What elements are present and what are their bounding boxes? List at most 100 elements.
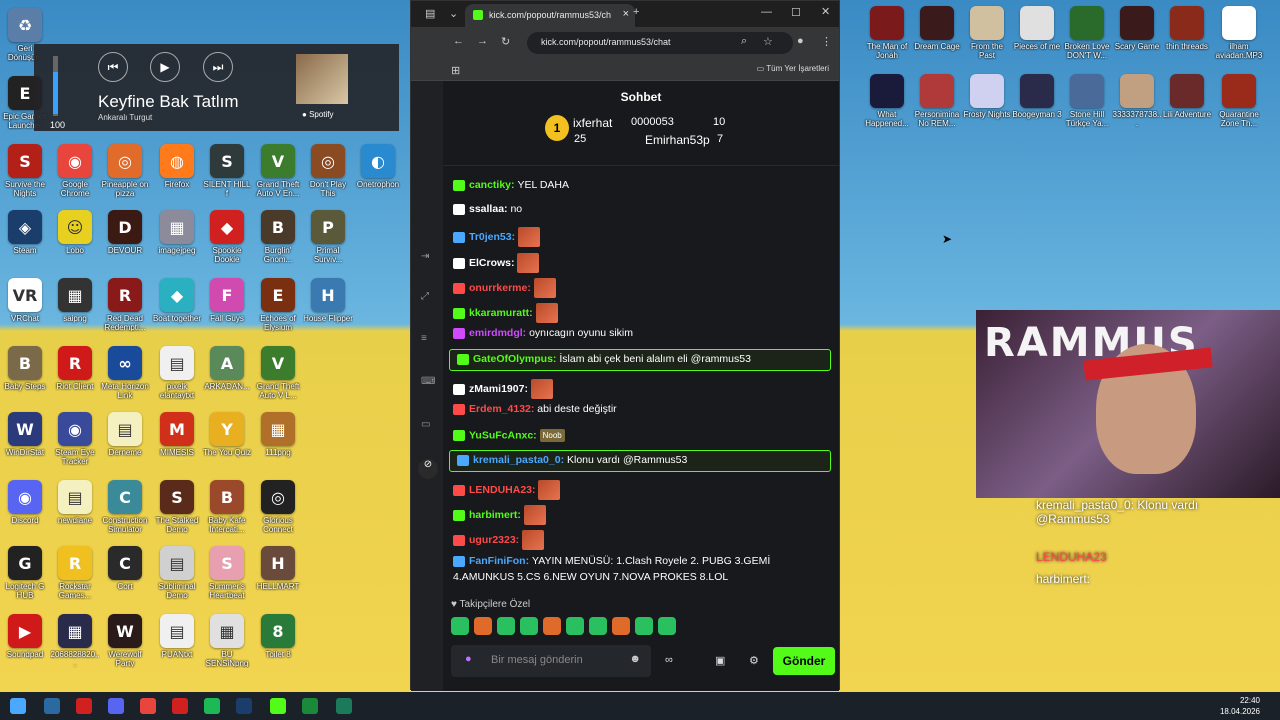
desktop-icon[interactable]: ◐ Onetrophon <box>353 144 403 198</box>
exit-icon[interactable]: ⇥ <box>421 251 435 263</box>
desktop-icon[interactable]: W Werewolf Party <box>100 614 150 668</box>
chat-username[interactable]: YuSuFcAnxc: <box>469 429 540 441</box>
desktop-icon[interactable]: ◈ Steam <box>0 210 50 264</box>
chat-message[interactable]: kkaramuratt: <box>453 303 558 323</box>
chat-username[interactable]: FanFiniFon: <box>469 555 532 567</box>
desktop-icon[interactable]: ▶ Soundpad <box>0 614 50 668</box>
chat-message[interactable]: emirdmdgl: oynıcagın oyunu sikim <box>453 327 633 339</box>
chat-message[interactable]: zMami1907: <box>453 379 553 399</box>
reload-icon[interactable]: ↻ <box>501 35 510 48</box>
desktop-icon[interactable]: ▦ imagejpeg <box>152 210 202 264</box>
volume-indicator[interactable]: 100 <box>46 52 66 132</box>
profile-avatar-icon[interactable]: ● <box>797 35 804 47</box>
chat-username[interactable]: canctiky: <box>469 179 517 191</box>
tab-search-icon[interactable]: ⌄ <box>449 7 458 20</box>
desktop-icon[interactable]: Stone Hill Türkçe Ya... <box>1062 74 1112 128</box>
desktop-icon[interactable]: H House Flipper <box>303 278 353 332</box>
obs-taskbar-icon[interactable] <box>302 698 318 714</box>
chat-message[interactable]: ElCrows: <box>453 253 540 273</box>
close-tab-icon[interactable]: × <box>623 8 629 20</box>
desktop-icon[interactable]: The Man of Jonah <box>862 6 912 60</box>
soundpad-taskbar-icon[interactable] <box>76 698 92 714</box>
desktop-icon[interactable]: Broken Love DON'T W... <box>1062 6 1112 60</box>
desktop-icon[interactable]: S Survive the Nights <box>0 144 50 198</box>
new-tab-icon[interactable]: + <box>633 6 639 18</box>
apps-icon[interactable]: ⊞ <box>451 64 460 77</box>
bookmark-star-icon[interactable]: ☆ <box>763 35 773 48</box>
play-icon[interactable]: ▶ <box>150 52 180 82</box>
next-track-icon[interactable]: ⏭ <box>203 52 233 82</box>
desktop-icon[interactable]: Scary Game <box>1112 6 1162 60</box>
spotify-taskbar-icon[interactable] <box>204 698 220 714</box>
desktop-icon[interactable]: ▤ newdiane <box>50 480 100 534</box>
desktop-icon[interactable]: Boogeyman 3 <box>1012 74 1062 128</box>
desktop-icon[interactable]: Pieces of me <box>1012 6 1062 60</box>
chat-username[interactable]: zMami1907: <box>469 383 531 395</box>
desktop-icon[interactable]: ◆ Boat together <box>152 278 202 332</box>
chat-message[interactable]: harbimert: <box>453 505 546 525</box>
chat-username[interactable]: ugur2323: <box>469 534 522 546</box>
chat-message[interactable]: GateOfOlympus: İslam abi çek beni alalım… <box>457 353 751 365</box>
desktop-icon[interactable]: Frosty Nights <box>962 74 1012 128</box>
system-clock[interactable]: 22:40 18.04.2026 <box>1220 695 1260 717</box>
desktop-icon[interactable]: V Grand Theft Auto V L... <box>253 346 303 400</box>
desktop-icon[interactable]: R Riot Client <box>50 346 100 400</box>
chat-username[interactable]: ssallaa: <box>469 203 510 215</box>
youtube-taskbar-icon[interactable] <box>172 698 188 714</box>
desktop-icon[interactable]: R Red Dead Redempti... <box>100 278 150 332</box>
chat-username[interactable]: emirdmdgl: <box>469 327 529 339</box>
desktop-icon[interactable]: 3333378738... <box>1112 74 1162 128</box>
chat-message[interactable]: Tr0jen53: <box>453 227 541 247</box>
desktop-icon[interactable]: Personimina No REM... <box>912 74 962 128</box>
emote-picker-icon[interactable] <box>520 617 538 635</box>
desktop-icon[interactable]: thin threads <box>1162 6 1212 60</box>
mute-icon[interactable]: ⊘ <box>418 459 438 479</box>
url-input[interactable]: kick.com/popout/rammus53/chat <box>527 32 793 54</box>
desktop-icon[interactable]: C Construction Simulator <box>100 480 150 534</box>
desktop-icon[interactable]: B Burglin' Gnom... <box>253 210 303 264</box>
desktop-icon[interactable]: B Baby Kafe Intercati... <box>202 480 252 534</box>
app-taskbar-icon[interactable] <box>336 698 352 714</box>
desktop-icon[interactable]: Quarantine Zone Th... <box>1214 74 1264 128</box>
chat-message[interactable]: FanFiniFon: YAYIN MENÜSÜ: 1.Clash Royele… <box>453 555 770 567</box>
emote-picker-icon[interactable] <box>474 617 492 635</box>
chat-message[interactable]: LENDUHA23: <box>453 480 561 500</box>
chat-message[interactable]: onurrkerme: <box>453 278 556 298</box>
desktop-icon[interactable]: G Logitech G HUB <box>0 546 50 600</box>
desktop-icon[interactable]: ▦ BU SENSiNpng <box>202 614 252 668</box>
desktop-icon[interactable]: ∞ Meta Horizon Link <box>100 346 150 400</box>
emote-picker-icon[interactable] <box>612 617 630 635</box>
chrome-taskbar-icon[interactable] <box>140 698 156 714</box>
chat-username[interactable]: ElCrows: <box>469 257 517 269</box>
chat-message[interactable]: ugur2323: <box>453 530 545 550</box>
desktop-icon[interactable]: F Fall Guys <box>202 278 252 332</box>
desktop-icon[interactable]: W WinDirStat <box>0 412 50 466</box>
desktop-icon[interactable]: VR VRChat <box>0 278 50 332</box>
desktop-icon[interactable]: B Baby Steps <box>0 346 50 400</box>
settings-gear-icon[interactable]: ⚙ <box>749 654 759 667</box>
zoom-icon[interactable]: ⌕ <box>741 35 747 48</box>
chat-username[interactable]: kremali_pasta0_0: <box>473 454 567 466</box>
chat-message[interactable]: YuSuFcAnxc: Noob <box>453 429 565 442</box>
desktop-icon[interactable]: ◉ Discord <box>0 480 50 534</box>
desktop-icon[interactable]: S The Stalked Demo <box>152 480 202 534</box>
chat-username[interactable]: Tr0jen53: <box>469 231 518 243</box>
desktop-icon[interactable]: 8 Toilet 8 <box>253 614 303 668</box>
discord-taskbar-icon[interactable] <box>108 698 124 714</box>
chat-message-input[interactable]: ● Bir mesaj gönderin ☻ <box>451 645 651 677</box>
emote-picker-icon[interactable] <box>658 617 676 635</box>
chat-username[interactable]: LENDUHA23: <box>469 484 538 496</box>
desktop-icon[interactable]: S Summer's Heartbeat <box>202 546 252 600</box>
desktop-icon[interactable]: ◉ Steam Eye Tracker <box>50 412 100 466</box>
expand-icon[interactable]: ⤢ <box>421 291 435 303</box>
desktop-icon[interactable]: S SILENT HILL f <box>202 144 252 198</box>
emote-picker-icon[interactable] <box>497 617 515 635</box>
chat-username[interactable]: kkaramuratt: <box>469 307 536 319</box>
desktop-icon[interactable]: ▦ saipng <box>50 278 100 332</box>
emote-picker-icon[interactable] <box>451 617 469 635</box>
forward-icon[interactable]: → <box>477 35 488 47</box>
emote-picker-icon[interactable] <box>543 617 561 635</box>
chat-username[interactable]: GateOfOlympus: <box>473 353 559 365</box>
browser-menu-icon[interactable]: ⋮ <box>821 35 832 48</box>
desktop-icon[interactable]: C Cort <box>100 546 150 600</box>
